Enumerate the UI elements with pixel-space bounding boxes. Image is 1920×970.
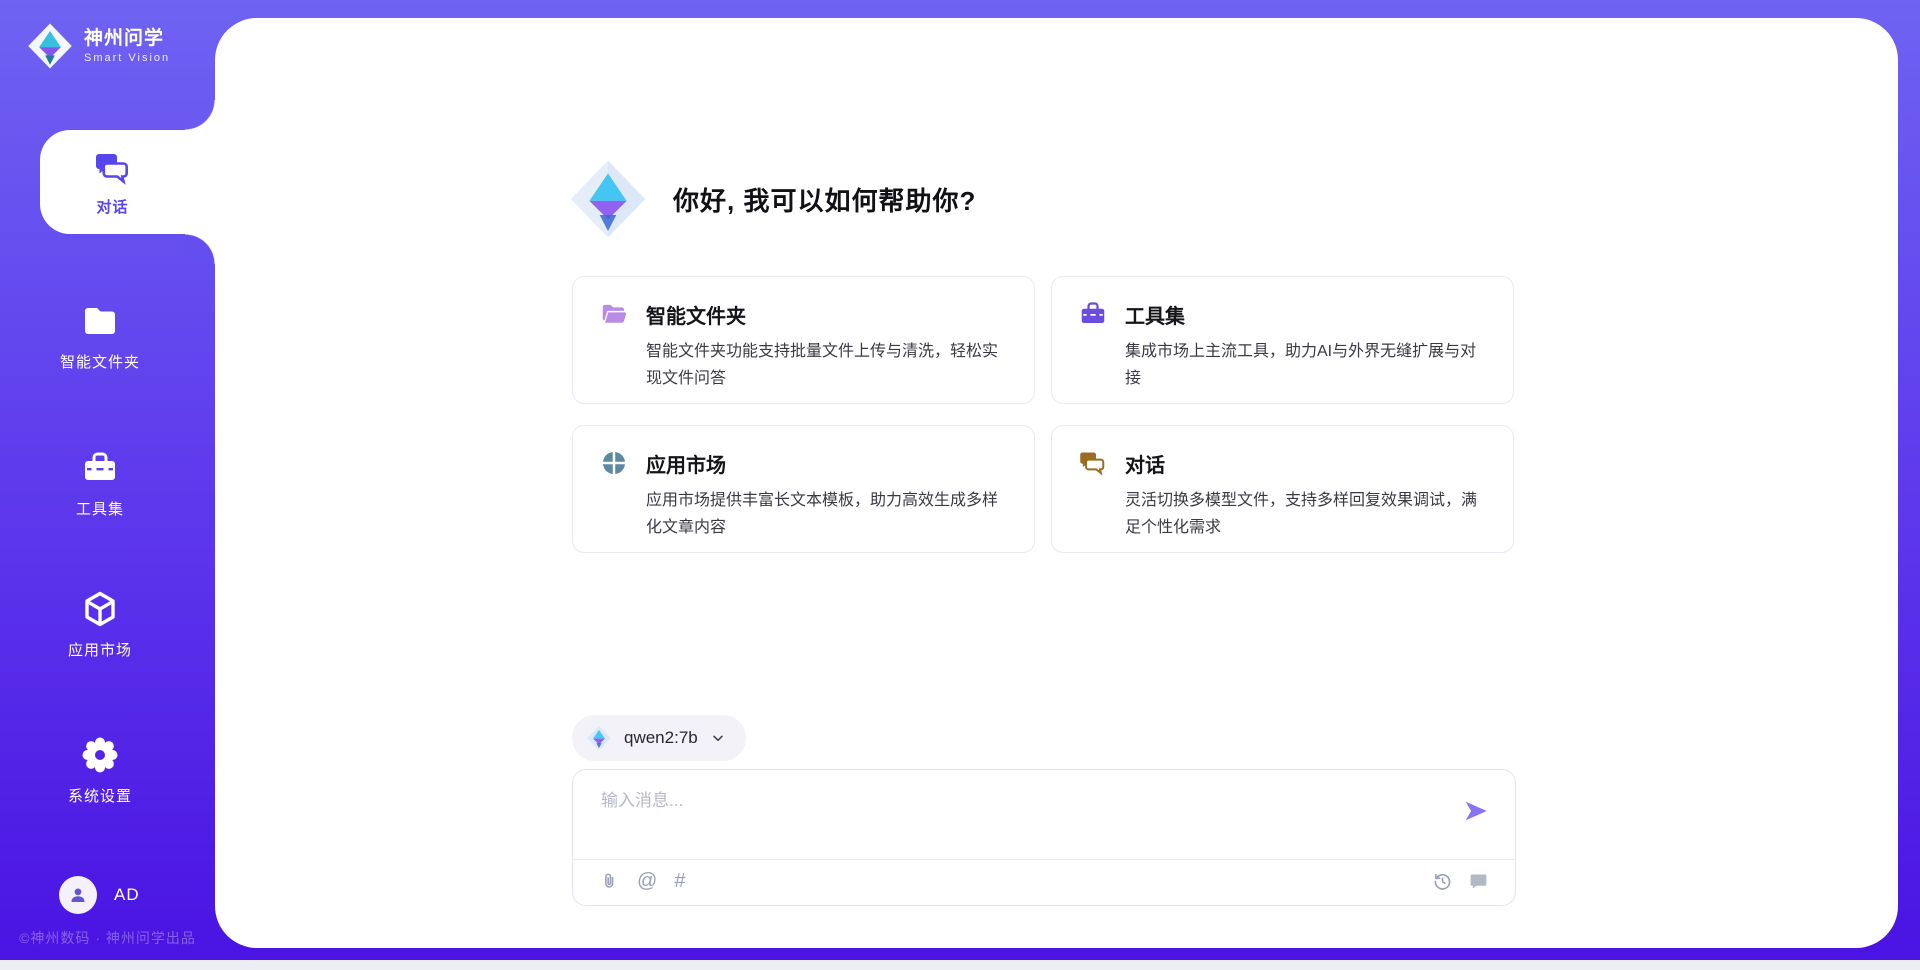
main-content-panel: 你好, 我可以如何帮助你? 智能文件夹 智能文件夹功能支持批量文件上传与清洗，轻… <box>215 18 1898 948</box>
chat-bubbles-icon <box>93 148 133 188</box>
card-title: 对话 <box>1125 449 1165 478</box>
mention-icon[interactable]: @ <box>637 871 657 892</box>
card-chat[interactable]: 对话 灵活切换多模型文件，支持多样回复效果调试，满足个性化需求 <box>1051 425 1514 553</box>
sidebar-item-settings[interactable]: 系统设置 <box>0 735 200 806</box>
model-name: qwen2:7b <box>624 728 698 748</box>
gear-icon <box>80 735 120 775</box>
message-composer: @ # <box>572 769 1516 906</box>
card-smart-folder[interactable]: 智能文件夹 智能文件夹功能支持批量文件上传与清洗，轻松实现文件问答 <box>572 276 1035 404</box>
history-icon[interactable] <box>1432 871 1453 892</box>
copyright-footer: ©神州数码 · 神州问学出品 <box>0 928 215 948</box>
send-icon[interactable] <box>1463 798 1489 824</box>
brand-diamond-icon <box>26 22 74 70</box>
feature-cards: 智能文件夹 智能文件夹功能支持批量文件上传与清洗，轻松实现文件问答 工具集 集成… <box>572 276 1516 553</box>
hashtag-icon[interactable]: # <box>674 871 685 892</box>
card-title: 应用市场 <box>646 449 726 478</box>
person-icon <box>66 883 90 907</box>
sidebar-item-label: 对话 <box>96 196 128 217</box>
model-selector[interactable]: qwen2:7b <box>572 715 746 761</box>
sidebar-item-label: 智能文件夹 <box>60 351 140 372</box>
card-description: 集成市场上主流工具，助力AI与外界无缝扩展与对接 <box>1125 338 1487 392</box>
message-input[interactable] <box>601 784 1421 818</box>
card-title: 智能文件夹 <box>646 300 746 329</box>
active-tab-curve-top <box>185 100 215 130</box>
avatar <box>59 876 97 914</box>
brand-subtitle: Smart Vision <box>84 52 170 65</box>
card-description: 灵活切换多模型文件，支持多样回复效果调试，满足个性化需求 <box>1125 487 1487 541</box>
sidebar-item-chat[interactable]: 对话 <box>40 130 215 234</box>
feedback-bubble-icon[interactable] <box>1468 871 1489 892</box>
card-title: 工具集 <box>1125 300 1185 329</box>
card-toolset[interactable]: 工具集 集成市场上主流工具，助力AI与外界无缝扩展与对接 <box>1051 276 1514 404</box>
sidebar-item-label: 应用市场 <box>68 639 132 660</box>
page-bottom-strip <box>0 960 1920 970</box>
attachment-icon[interactable] <box>599 871 620 892</box>
folder-icon <box>80 301 120 341</box>
chevron-down-icon <box>710 730 726 746</box>
card-description: 智能文件夹功能支持批量文件上传与清洗，轻松实现文件问答 <box>646 338 1008 392</box>
cube-icon <box>80 589 120 629</box>
user-initials: AD <box>114 885 140 905</box>
model-diamond-icon <box>586 725 612 751</box>
folder-icon <box>599 299 629 329</box>
sidebar-item-label: 系统设置 <box>68 785 132 806</box>
card-app-market[interactable]: 应用市场 应用市场提供丰富长文本模板，助力高效生成多样化文章内容 <box>572 425 1035 553</box>
active-tab-curve-bottom <box>185 234 215 264</box>
card-description: 应用市场提供丰富长文本模板，助力高效生成多样化文章内容 <box>646 487 1008 541</box>
brand-name: 神州问学 <box>84 28 170 50</box>
composer-divider <box>573 859 1515 860</box>
sidebar-item-app-market[interactable]: 应用市场 <box>0 589 200 660</box>
chat-bubbles-icon <box>1078 448 1108 478</box>
user-profile[interactable]: AD <box>59 876 140 914</box>
composer-toolbar: @ # <box>599 868 1489 894</box>
pie-segments-icon <box>599 448 629 478</box>
sidebar-item-label: 工具集 <box>76 498 124 519</box>
sidebar-item-toolset[interactable]: 工具集 <box>0 448 200 519</box>
sidebar-item-smart-folder[interactable]: 智能文件夹 <box>0 301 200 372</box>
brand-logo: 神州问学 Smart Vision <box>26 22 170 70</box>
greeting-text: 你好, 我可以如何帮助你? <box>673 181 976 218</box>
greeting-block: 你好, 我可以如何帮助你? <box>567 158 976 240</box>
toolbox-icon <box>80 448 120 488</box>
sidebar: 神州问学 Smart Vision 对话 智能文件夹 工具集 应用市场 <box>0 0 215 970</box>
assistant-diamond-icon <box>567 158 649 240</box>
toolbox-icon <box>1078 299 1108 329</box>
